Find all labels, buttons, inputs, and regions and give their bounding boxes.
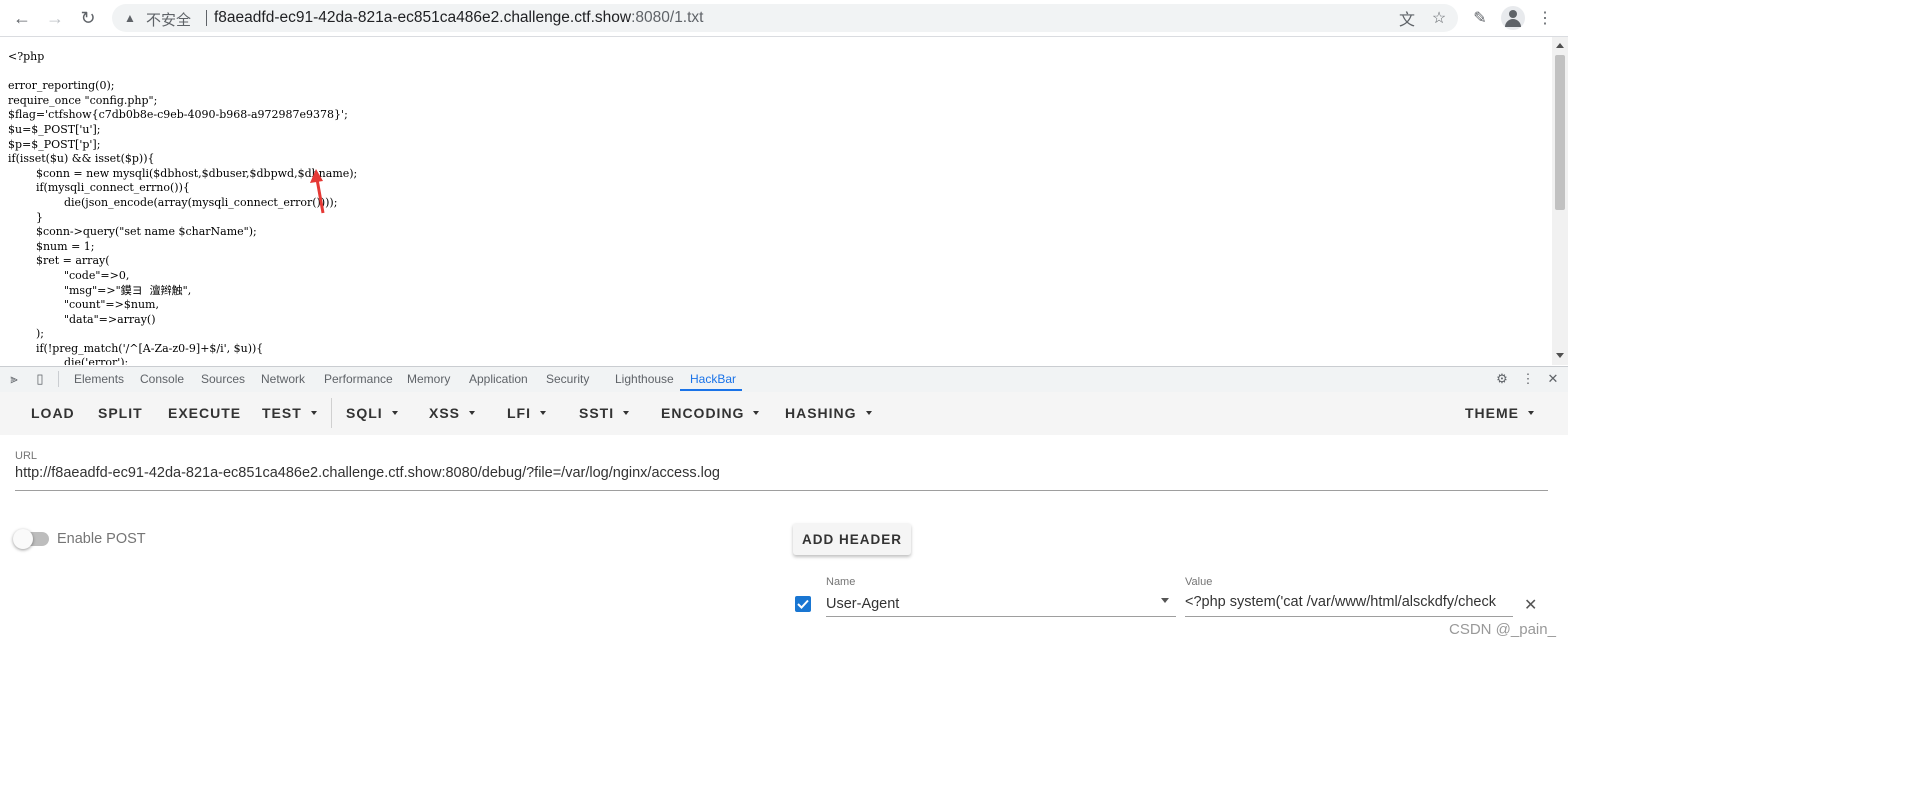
- tab-console[interactable]: Console: [140, 372, 184, 386]
- enable-post-label: Enable POST: [57, 531, 146, 547]
- close-devtools-icon[interactable]: ✕: [1545, 371, 1561, 387]
- sqli-menu-button[interactable]: SQLI: [346, 405, 398, 421]
- lfi-menu-button[interactable]: LFI: [507, 405, 546, 421]
- hashing-menu-button[interactable]: HASHING: [785, 405, 872, 421]
- chevron-down-icon: [540, 411, 546, 415]
- ssti-label: SSTI: [579, 405, 615, 421]
- theme-menu-button[interactable]: THEME: [1465, 405, 1534, 421]
- tab-network[interactable]: Network: [261, 372, 305, 386]
- xss-label: XSS: [429, 405, 461, 421]
- chevron-down-icon: [753, 411, 760, 415]
- execute-button[interactable]: EXECUTE: [168, 405, 241, 421]
- reload-icon[interactable]: ↻: [76, 6, 100, 30]
- check-icon: [797, 599, 809, 609]
- chevron-down-icon: [623, 411, 630, 415]
- inspect-element-icon[interactable]: ⫸: [6, 371, 22, 387]
- url-host: f8aeadfd-ec91-42da-821a-ec851ca486e2.cha…: [214, 9, 632, 26]
- url-path: :8080/1.txt: [631, 9, 704, 26]
- xss-menu-button[interactable]: XSS: [429, 405, 476, 421]
- gear-icon[interactable]: ⚙: [1494, 371, 1510, 387]
- ssti-menu-button[interactable]: SSTI: [579, 405, 630, 421]
- load-button[interactable]: LOAD: [31, 405, 75, 421]
- add-header-button[interactable]: ADD HEADER: [793, 523, 911, 555]
- devtools-more-icon[interactable]: ⋮: [1520, 371, 1536, 387]
- divider: [331, 398, 332, 428]
- header-enabled-checkbox[interactable]: [795, 596, 811, 612]
- sqli-label: SQLI: [346, 405, 383, 421]
- chevron-down-icon: [469, 411, 476, 415]
- url-text[interactable]: f8aeadfd-ec91-42da-821a-ec851ca486e2.cha…: [214, 9, 703, 27]
- chevron-down-icon: [1528, 411, 1534, 415]
- watermark: CSDN @_pain_: [1449, 621, 1556, 638]
- more-menu-icon[interactable]: ⋮: [1533, 6, 1557, 30]
- chevron-down-icon: [391, 411, 398, 415]
- tab-hackbar[interactable]: HackBar: [690, 372, 736, 386]
- remove-header-icon[interactable]: ✕: [1524, 595, 1537, 615]
- divider: [58, 371, 59, 387]
- scroll-thumb[interactable]: [1555, 55, 1565, 210]
- star-icon[interactable]: ☆: [1427, 6, 1451, 30]
- hackbar-menu: LOAD SPLIT EXECUTE TEST SQLI XSS LFI SST…: [0, 392, 1568, 435]
- browser-toolbar: ← → ↻ ▲ 不安全 f8aeadfd-ec91-42da-821a-ec85…: [0, 0, 1568, 37]
- lfi-label: LFI: [507, 405, 531, 421]
- encoding-menu-button[interactable]: ENCODING: [661, 405, 760, 421]
- active-tab-indicator: [680, 389, 742, 391]
- header-name-select[interactable]: User-Agent: [826, 596, 899, 612]
- devtools-tabbar: ⫸ ▯ Elements Console Sources Network Per…: [0, 366, 1568, 393]
- header-value-input[interactable]: <?php system('cat /var/www/html/alsckdfy…: [1185, 594, 1513, 610]
- scroll-up-icon[interactable]: [1556, 43, 1564, 48]
- url-input[interactable]: http://f8aeadfd-ec91-42da-821a-ec851ca48…: [15, 465, 720, 481]
- page-scrollbar[interactable]: [1552, 37, 1568, 365]
- enable-post-toggle[interactable]: [13, 529, 49, 549]
- header-name-label: Name: [826, 576, 856, 588]
- tab-security[interactable]: Security: [546, 372, 589, 386]
- profile-avatar[interactable]: [1501, 6, 1525, 30]
- test-menu-button[interactable]: TEST: [262, 405, 317, 421]
- theme-label: THEME: [1465, 405, 1519, 421]
- tab-sources[interactable]: Sources: [201, 372, 245, 386]
- tab-application[interactable]: Application: [469, 372, 528, 386]
- chevron-down-icon: [310, 411, 317, 415]
- chevron-down-icon: [865, 411, 872, 415]
- hashing-label: HASHING: [785, 405, 857, 421]
- device-toggle-icon[interactable]: ▯: [32, 371, 48, 387]
- url-field-label: URL: [15, 450, 38, 462]
- header-value-underline: [1185, 616, 1513, 617]
- chevron-down-icon[interactable]: [1161, 598, 1169, 603]
- tab-elements[interactable]: Elements: [74, 372, 124, 386]
- toggle-knob[interactable]: [13, 529, 33, 549]
- encoding-label: ENCODING: [661, 405, 745, 421]
- hackbar-panel: URL http://f8aeadfd-ec91-42da-821a-ec851…: [0, 435, 1568, 791]
- scroll-down-icon[interactable]: [1556, 353, 1564, 358]
- forward-icon[interactable]: →: [43, 6, 67, 30]
- url-input-underline: [15, 490, 1548, 491]
- header-name-underline: [826, 616, 1176, 617]
- tab-memory[interactable]: Memory: [407, 372, 450, 386]
- translate-icon[interactable]: 文: [1395, 6, 1419, 30]
- annotation-arrow-icon: [310, 169, 325, 214]
- header-value-label: Value: [1185, 576, 1213, 588]
- divider: [206, 10, 207, 26]
- test-label: TEST: [262, 405, 302, 421]
- tab-performance[interactable]: Performance: [324, 372, 393, 386]
- warning-icon[interactable]: ▲: [122, 10, 138, 26]
- php-source: <?php error_reporting(0); require_once "…: [8, 50, 358, 365]
- extensions-icon[interactable]: ✎: [1468, 6, 1492, 30]
- page-content: <?php error_reporting(0); require_once "…: [0, 37, 1552, 365]
- split-button[interactable]: SPLIT: [98, 405, 143, 421]
- address-bar[interactable]: ▲ 不安全 f8aeadfd-ec91-42da-821a-ec851ca486…: [112, 4, 1458, 32]
- back-icon[interactable]: ←: [10, 6, 34, 30]
- tab-lighthouse[interactable]: Lighthouse: [615, 372, 674, 386]
- security-label[interactable]: 不安全: [146, 9, 191, 30]
